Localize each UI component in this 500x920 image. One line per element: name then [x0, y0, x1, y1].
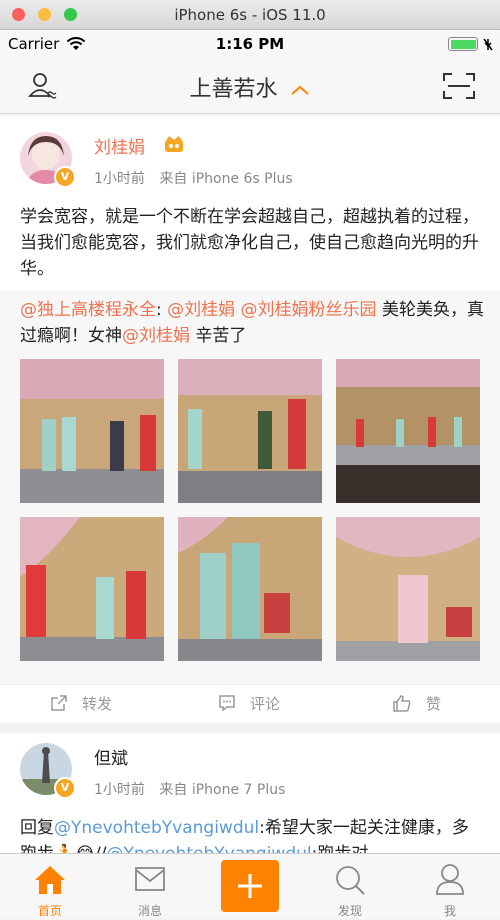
tab-label: 消息: [137, 904, 162, 918]
post-time: 1小时前: [94, 171, 145, 187]
post-text-segment: :跑步对: [312, 844, 369, 853]
post-meta: 1小时前 来自 iPhone 7 Plus: [94, 779, 285, 799]
post-source: 来自 iPhone 7 Plus: [159, 782, 286, 798]
ios-status-bar: Carrier 1:16 PM: [0, 30, 500, 58]
photo-thumbnail[interactable]: [20, 517, 164, 661]
battery-icon: [448, 37, 478, 51]
verified-badge-icon: V: [54, 166, 76, 188]
comment-button[interactable]: 评论: [218, 693, 280, 714]
envelope-icon: [135, 867, 165, 891]
tab-me[interactable]: 我: [400, 854, 500, 920]
tab-label: 首页: [37, 904, 62, 918]
simulator-title-bar: iPhone 6s - iOS 11.0: [0, 0, 500, 30]
mention-link[interactable]: @YnevohtebYvangiwdul: [107, 844, 312, 853]
tab-bar: 首页 消息 发现 我: [0, 853, 500, 919]
mention-link[interactable]: @刘桂娟粉丝乐园: [241, 300, 377, 320]
window-title: iPhone 6s - iOS 11.0: [174, 6, 326, 24]
post-text-segment: 回复: [20, 818, 54, 838]
post-time: 1小时前: [94, 782, 145, 798]
plus-icon: [238, 874, 262, 898]
post-text[interactable]: 学会宽容，就是一个不断在学会超越自己，超越执着的过程，当我们愈能宽容，我们就愈净…: [20, 204, 482, 282]
post-source: 来自 iPhone 6s Plus: [159, 171, 293, 187]
tab-label: 我: [443, 904, 456, 918]
comment-icon: [219, 695, 235, 712]
repost-text[interactable]: @独上高楼程永全: @刘桂娟 @刘桂娟粉丝乐园 美轮美奂，真过瘾啊！女神@刘桂娟…: [20, 297, 484, 349]
tab-home[interactable]: 首页: [0, 854, 100, 920]
scan-icon[interactable]: [442, 72, 476, 100]
tab-label: 发现: [337, 904, 362, 918]
feed-post[interactable]: V 刘桂娟 1小时前 来自 iPhone 6s Plus 学会宽容，就是一个不断…: [0, 116, 500, 723]
repost-button[interactable]: 转发: [50, 693, 112, 714]
mention-link[interactable]: @刘桂娟: [122, 326, 190, 346]
thumbs-up-icon: [393, 695, 411, 712]
vip-crown-icon[interactable]: [163, 134, 185, 154]
reposted-content[interactable]: @独上高楼程永全: @刘桂娟 @刘桂娟粉丝乐园 美轮美奂，真过瘾啊！女神@刘桂娟…: [0, 291, 500, 684]
tab-messages[interactable]: 消息: [100, 854, 200, 920]
search-icon: [336, 866, 365, 895]
page-title: 上善若水: [189, 77, 278, 102]
compose-button[interactable]: [221, 860, 279, 912]
photo-thumbnail[interactable]: [178, 359, 322, 503]
like-button[interactable]: 赞: [392, 693, 441, 714]
clock: 1:16 PM: [215, 35, 285, 53]
navigation-bar: 上善若水: [0, 58, 500, 114]
post-meta: 1小时前 来自 iPhone 6s Plus: [94, 168, 293, 188]
comment-label: 评论: [250, 695, 281, 713]
home-icon: [35, 866, 65, 894]
photo-thumbnail[interactable]: [336, 517, 480, 661]
repost-icon: [51, 695, 67, 711]
repost-text-segment: 辛苦了: [190, 326, 247, 346]
post-text[interactable]: 回复@YnevohtebYvangiwdul:希望大家一起关注健康，多跑步🏃😂/…: [20, 815, 482, 853]
repost-text-segment: :: [156, 300, 168, 320]
like-label: 赞: [426, 695, 442, 713]
nav-title-group-dropdown[interactable]: 上善若水: [0, 71, 500, 103]
author-name[interactable]: 刘桂娟: [94, 133, 145, 158]
mention-link[interactable]: @刘桂娟: [167, 300, 235, 320]
verified-badge-icon: V: [54, 777, 76, 799]
feed-post[interactable]: V 但斌 1小时前 来自 iPhone 7 Plus 回复@YnevohtebY…: [0, 733, 500, 853]
mention-link[interactable]: @YnevohtebYvangiwdul: [54, 818, 259, 838]
author-name[interactable]: 但斌: [94, 744, 128, 769]
photo-thumbnail[interactable]: [20, 359, 164, 503]
photo-thumbnail[interactable]: [178, 517, 322, 661]
chevron-up-icon: [290, 85, 309, 95]
profile-icon: [436, 864, 464, 895]
feed[interactable]: V 刘桂娟 1小时前 来自 iPhone 6s Plus 学会宽容，就是一个不断…: [0, 116, 500, 853]
post-actions: 转发 评论 赞: [0, 684, 500, 722]
charging-icon: [483, 38, 493, 51]
tab-discover[interactable]: 发现: [300, 854, 400, 920]
repost-label: 转发: [82, 695, 113, 713]
photo-thumbnail[interactable]: [336, 359, 480, 503]
mention-link[interactable]: @独上高楼程永全: [20, 300, 156, 320]
